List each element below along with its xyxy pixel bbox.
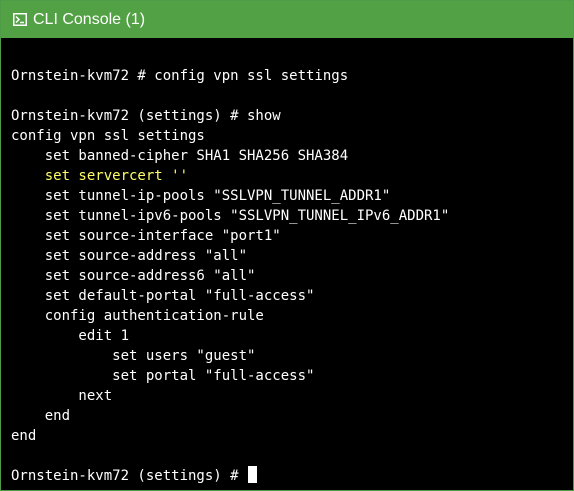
cli-console-window: CLI Console (1) Ornstein-kvm72 # config … xyxy=(0,0,574,491)
console-line: set users "guest" xyxy=(11,348,256,364)
console-line: set source-interface "port1" xyxy=(11,228,281,244)
title-bar: CLI Console (1) xyxy=(1,1,573,38)
console-output[interactable]: Ornstein-kvm72 # config vpn ssl settings… xyxy=(1,38,573,490)
console-line: set banned-cipher SHA1 SHA256 SHA384 xyxy=(11,148,349,164)
console-line: set servercert '' xyxy=(11,168,189,184)
console-line: set source-address "all" xyxy=(11,248,248,264)
console-line: edit 1 xyxy=(11,328,130,344)
console-line: set portal "full-access" xyxy=(11,368,315,384)
console-line: set tunnel-ipv6-pools "SSLVPN_TUNNEL_IPv… xyxy=(11,208,450,224)
console-line: config authentication-rule xyxy=(11,308,264,324)
terminal-icon xyxy=(13,13,27,26)
console-line: end xyxy=(11,408,71,424)
window-title: CLI Console (1) xyxy=(33,11,146,28)
console-lines: Ornstein-kvm72 # config vpn ssl settings… xyxy=(11,46,449,486)
console-line: set default-portal "full-access" xyxy=(11,288,315,304)
console-line: end xyxy=(11,428,37,444)
console-line: config vpn ssl settings xyxy=(11,128,205,144)
console-line: set source-address6 "all" xyxy=(11,268,256,284)
console-line: Ornstein-kvm72 (settings) # show xyxy=(11,108,281,124)
console-line: set tunnel-ip-pools "SSLVPN_TUNNEL_ADDR1… xyxy=(11,188,391,204)
console-line: next xyxy=(11,388,113,404)
console-prompt: Ornstein-kvm72 (settings) # xyxy=(11,468,248,484)
text-cursor xyxy=(248,466,258,483)
console-line: Ornstein-kvm72 # config vpn ssl settings xyxy=(11,68,349,84)
console-prompt-line[interactable]: Ornstein-kvm72 (settings) # xyxy=(11,466,449,486)
